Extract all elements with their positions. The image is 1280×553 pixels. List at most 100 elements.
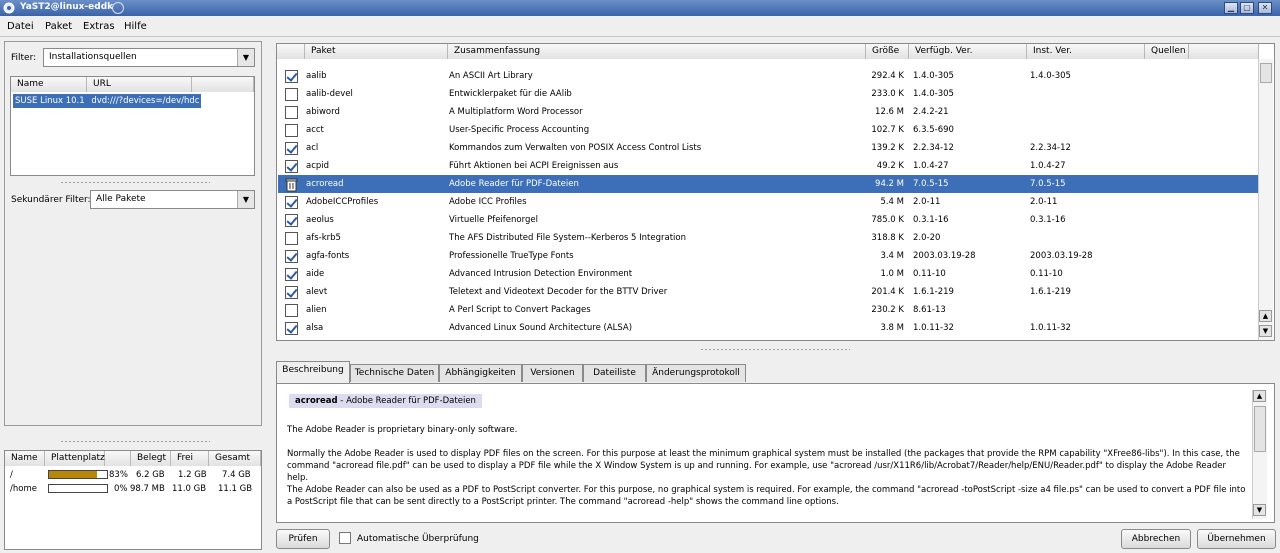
- package-scrollbar[interactable]: ▲ ▼: [1258, 59, 1273, 340]
- installed-checkbox[interactable]: [285, 268, 298, 281]
- not-installed-checkbox[interactable]: [285, 106, 298, 119]
- scroll-down-icon[interactable]: ▼: [1253, 504, 1266, 516]
- scroll-down-icon[interactable]: ▼: [1259, 325, 1272, 337]
- cancel-button[interactable]: Abbrechen: [1121, 529, 1191, 549]
- disk-header-name[interactable]: Name: [5, 451, 45, 466]
- table-row[interactable]: acpid Führt Aktionen bei ACPI Ereignissen…: [278, 157, 1258, 175]
- installed-checkbox[interactable]: [285, 196, 298, 209]
- header-zusammenfassung[interactable]: Zusammenfassung: [448, 44, 866, 59]
- row-summary: An ASCII Art Library: [449, 71, 533, 81]
- header-paket[interactable]: Paket: [305, 44, 448, 59]
- header-status[interactable]: [277, 44, 305, 59]
- table-row[interactable]: afs-krb5 The AFS Distributed File System-…: [278, 229, 1258, 247]
- disk-header-total[interactable]: Gesamt: [209, 451, 261, 466]
- installed-checkbox[interactable]: [285, 70, 298, 83]
- table-row[interactable]: AdobeICCProfiles Adobe ICC Profiles 5.4 M 2…: [278, 193, 1258, 211]
- yast-app-icon[interactable]: [3, 2, 15, 14]
- disk-header-percent[interactable]: [105, 451, 131, 466]
- row-summary: Entwicklerpaket für die AAlib: [449, 89, 572, 99]
- scroll-thumb[interactable]: [1260, 63, 1272, 83]
- menu-paket[interactable]: Paket: [45, 21, 72, 32]
- header-verfuegb-ver[interactable]: Verfügb. Ver.: [909, 44, 1027, 59]
- installed-checkbox[interactable]: [285, 286, 298, 299]
- auto-check-checkbox[interactable]: [339, 532, 351, 544]
- row-size: 233.0 K: [871, 89, 904, 99]
- maximize-icon[interactable]: ▢: [1240, 2, 1254, 14]
- table-row[interactable]: aide Advanced Intrusion Detection Environ…: [278, 265, 1258, 283]
- installed-checkbox[interactable]: [285, 142, 298, 155]
- table-row[interactable]: acl Kommandos zum Verwalten von POSIX Acc…: [278, 139, 1258, 157]
- not-installed-checkbox[interactable]: [285, 88, 298, 101]
- splitter-handle[interactable]: [60, 440, 210, 443]
- description-title: acroread - Adobe Reader für PDF-Dateien: [289, 394, 482, 408]
- sources-header-name[interactable]: Name: [11, 77, 87, 92]
- accept-button[interactable]: Übernehmen: [1197, 529, 1276, 549]
- table-row[interactable]: alsa Advanced Linux Sound Architecture (A…: [278, 319, 1258, 337]
- tab-dateiliste[interactable]: Dateiliste: [583, 364, 646, 382]
- table-row[interactable]: aalib-devel Entwicklerpaket für die AAlib…: [278, 85, 1258, 103]
- row-available-version: 2.0-20: [913, 233, 941, 243]
- installed-checkbox[interactable]: [285, 160, 298, 173]
- installed-checkbox[interactable]: [285, 250, 298, 263]
- row-summary: Professionelle TrueType Fonts: [449, 251, 574, 261]
- table-row[interactable]: alien A Perl Script to Convert Packages 23…: [278, 301, 1258, 319]
- not-installed-checkbox[interactable]: [285, 124, 298, 137]
- filter-combo[interactable]: Installationsquellen ▼: [43, 48, 255, 67]
- tab-aenderungsprotokoll[interactable]: Änderungsprotokoll: [646, 364, 746, 382]
- delete-trash-icon[interactable]: [285, 178, 298, 192]
- sources-header-filler: [192, 77, 254, 92]
- sources-header-url[interactable]: URL: [87, 77, 192, 92]
- tab-technische-daten[interactable]: Technische Daten: [350, 364, 439, 382]
- installed-checkbox[interactable]: [285, 322, 298, 335]
- table-row[interactable]: aalib An ASCII Art Library 292.4 K 1.4.0-30…: [278, 67, 1258, 85]
- disk-percent: 83%: [109, 470, 128, 480]
- table-row[interactable]: aeolus Virtuelle Pfeifenorgel 785.0 K 0.3.1…: [278, 211, 1258, 229]
- table-row[interactable]: acroread Adobe Reader für PDF-Dateien 94.2…: [278, 175, 1258, 193]
- not-installed-checkbox[interactable]: [285, 232, 298, 245]
- tab-beschreibung[interactable]: Beschreibung: [276, 361, 350, 383]
- installed-checkbox[interactable]: [285, 214, 298, 227]
- disk-header-used[interactable]: Belegt: [131, 451, 171, 466]
- menu-extras[interactable]: Extras: [83, 21, 115, 32]
- chevron-down-icon[interactable]: ▼: [237, 49, 254, 66]
- disk-used: 98.7 MB: [130, 484, 165, 494]
- menu-datei[interactable]: Datei: [7, 21, 34, 32]
- not-installed-checkbox[interactable]: [285, 304, 298, 317]
- header-filler: [1189, 44, 1259, 59]
- sources-list[interactable]: Name URL SUSE Linux 10.1 dvd:///?devices…: [10, 76, 255, 176]
- row-size: 5.4 M: [880, 197, 904, 207]
- row-summary: Advanced Intrusion Detection Environment: [449, 269, 633, 279]
- tab-versionen[interactable]: Versionen: [522, 364, 583, 382]
- header-groesse[interactable]: Größe: [866, 44, 909, 59]
- sticky-icon[interactable]: [112, 2, 124, 14]
- row-package-name: alsa: [306, 323, 324, 333]
- splitter-handle[interactable]: [700, 348, 850, 351]
- header-inst-ver[interactable]: Inst. Ver.: [1027, 44, 1145, 59]
- close-icon[interactable]: ✕: [1258, 2, 1272, 14]
- chevron-down-icon[interactable]: ▼: [237, 191, 254, 208]
- table-row[interactable]: abiword A Multiplatform Word Processor 12.…: [278, 103, 1258, 121]
- row-available-version: 2.0-11: [913, 197, 941, 207]
- table-row[interactable]: acct User-Specific Process Accounting 102.…: [278, 121, 1258, 139]
- menu-hilfe[interactable]: Hilfe: [124, 21, 147, 32]
- table-row[interactable]: alevt Teletext and Videotext Decoder for …: [278, 283, 1258, 301]
- description-scrollbar[interactable]: ▲ ▼: [1252, 390, 1267, 519]
- disk-header-space[interactable]: Plattenplatz: [45, 451, 105, 466]
- scroll-up-icon[interactable]: ▲: [1259, 310, 1272, 322]
- source-item[interactable]: SUSE Linux 10.1 dvd:///?devices=/dev/hdc: [13, 94, 202, 108]
- header-quellen[interactable]: Quellen: [1145, 44, 1189, 59]
- window-title: YaST2@linux-eddk: [20, 2, 114, 12]
- secondary-filter-value: Alle Pakete: [96, 194, 146, 204]
- tab-abhaengigkeiten[interactable]: Abhängigkeiten: [439, 364, 522, 382]
- scroll-up-icon[interactable]: ▲: [1253, 390, 1266, 402]
- row-installed-version: 0.11-10: [1030, 269, 1063, 279]
- splitter-handle[interactable]: [60, 181, 210, 184]
- source-url: dvd:///?devices=/dev/hdc: [91, 96, 200, 106]
- secondary-filter-combo[interactable]: Alle Pakete ▼: [90, 190, 255, 209]
- scroll-thumb[interactable]: [1254, 406, 1266, 452]
- check-button[interactable]: Prüfen: [276, 529, 330, 549]
- minimize-icon[interactable]: ▁: [1224, 2, 1238, 14]
- disk-header-free[interactable]: Frei: [171, 451, 209, 466]
- disk-free: 1.2 GB: [178, 470, 207, 480]
- table-row[interactable]: agfa-fonts Professionelle TrueType Fonts 3…: [278, 247, 1258, 265]
